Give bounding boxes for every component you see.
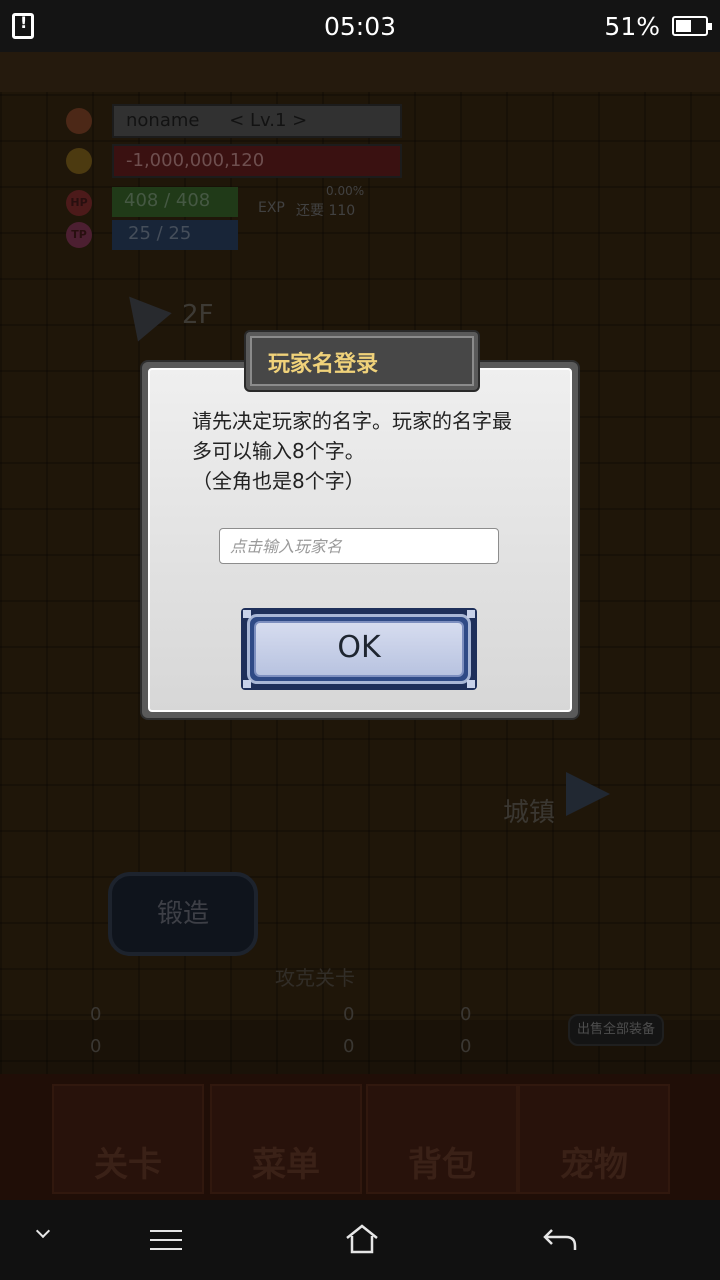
dialog-message-line: （全角也是8个字）	[192, 469, 365, 493]
system-navigation-bar	[0, 1200, 720, 1280]
ok-button-corner	[243, 610, 251, 618]
status-bar: 05:03 51%	[0, 0, 720, 52]
ok-button-corner	[467, 610, 475, 618]
battery-icon	[672, 16, 712, 36]
dialog-message-line: 多可以输入8个字。	[192, 439, 365, 463]
ok-button-corner	[243, 680, 251, 688]
dialog-message: 请先决定玩家的名字。玩家的名字最 多可以输入8个字。 （全角也是8个字）	[192, 406, 562, 496]
home-icon-svg	[346, 1224, 378, 1254]
ok-button-frame: OK	[247, 614, 471, 684]
ok-button-corner	[467, 680, 475, 688]
ok-button[interactable]: OK	[241, 608, 477, 690]
battery-percent: 51%	[604, 12, 660, 41]
back-icon[interactable]	[542, 1224, 578, 1256]
back-icon-svg	[543, 1229, 577, 1250]
dialog-title-plate: 玩家名登录	[246, 332, 478, 390]
player-name-input[interactable]	[219, 528, 499, 564]
home-icon[interactable]	[344, 1224, 380, 1254]
menu-icon[interactable]	[150, 1230, 182, 1252]
ok-button-label: OK	[254, 621, 464, 677]
dialog-message-line: 请先决定玩家的名字。玩家的名字最	[192, 409, 512, 433]
chevron-down-icon[interactable]	[32, 1220, 56, 1244]
dialog-title: 玩家名登录	[250, 336, 474, 386]
